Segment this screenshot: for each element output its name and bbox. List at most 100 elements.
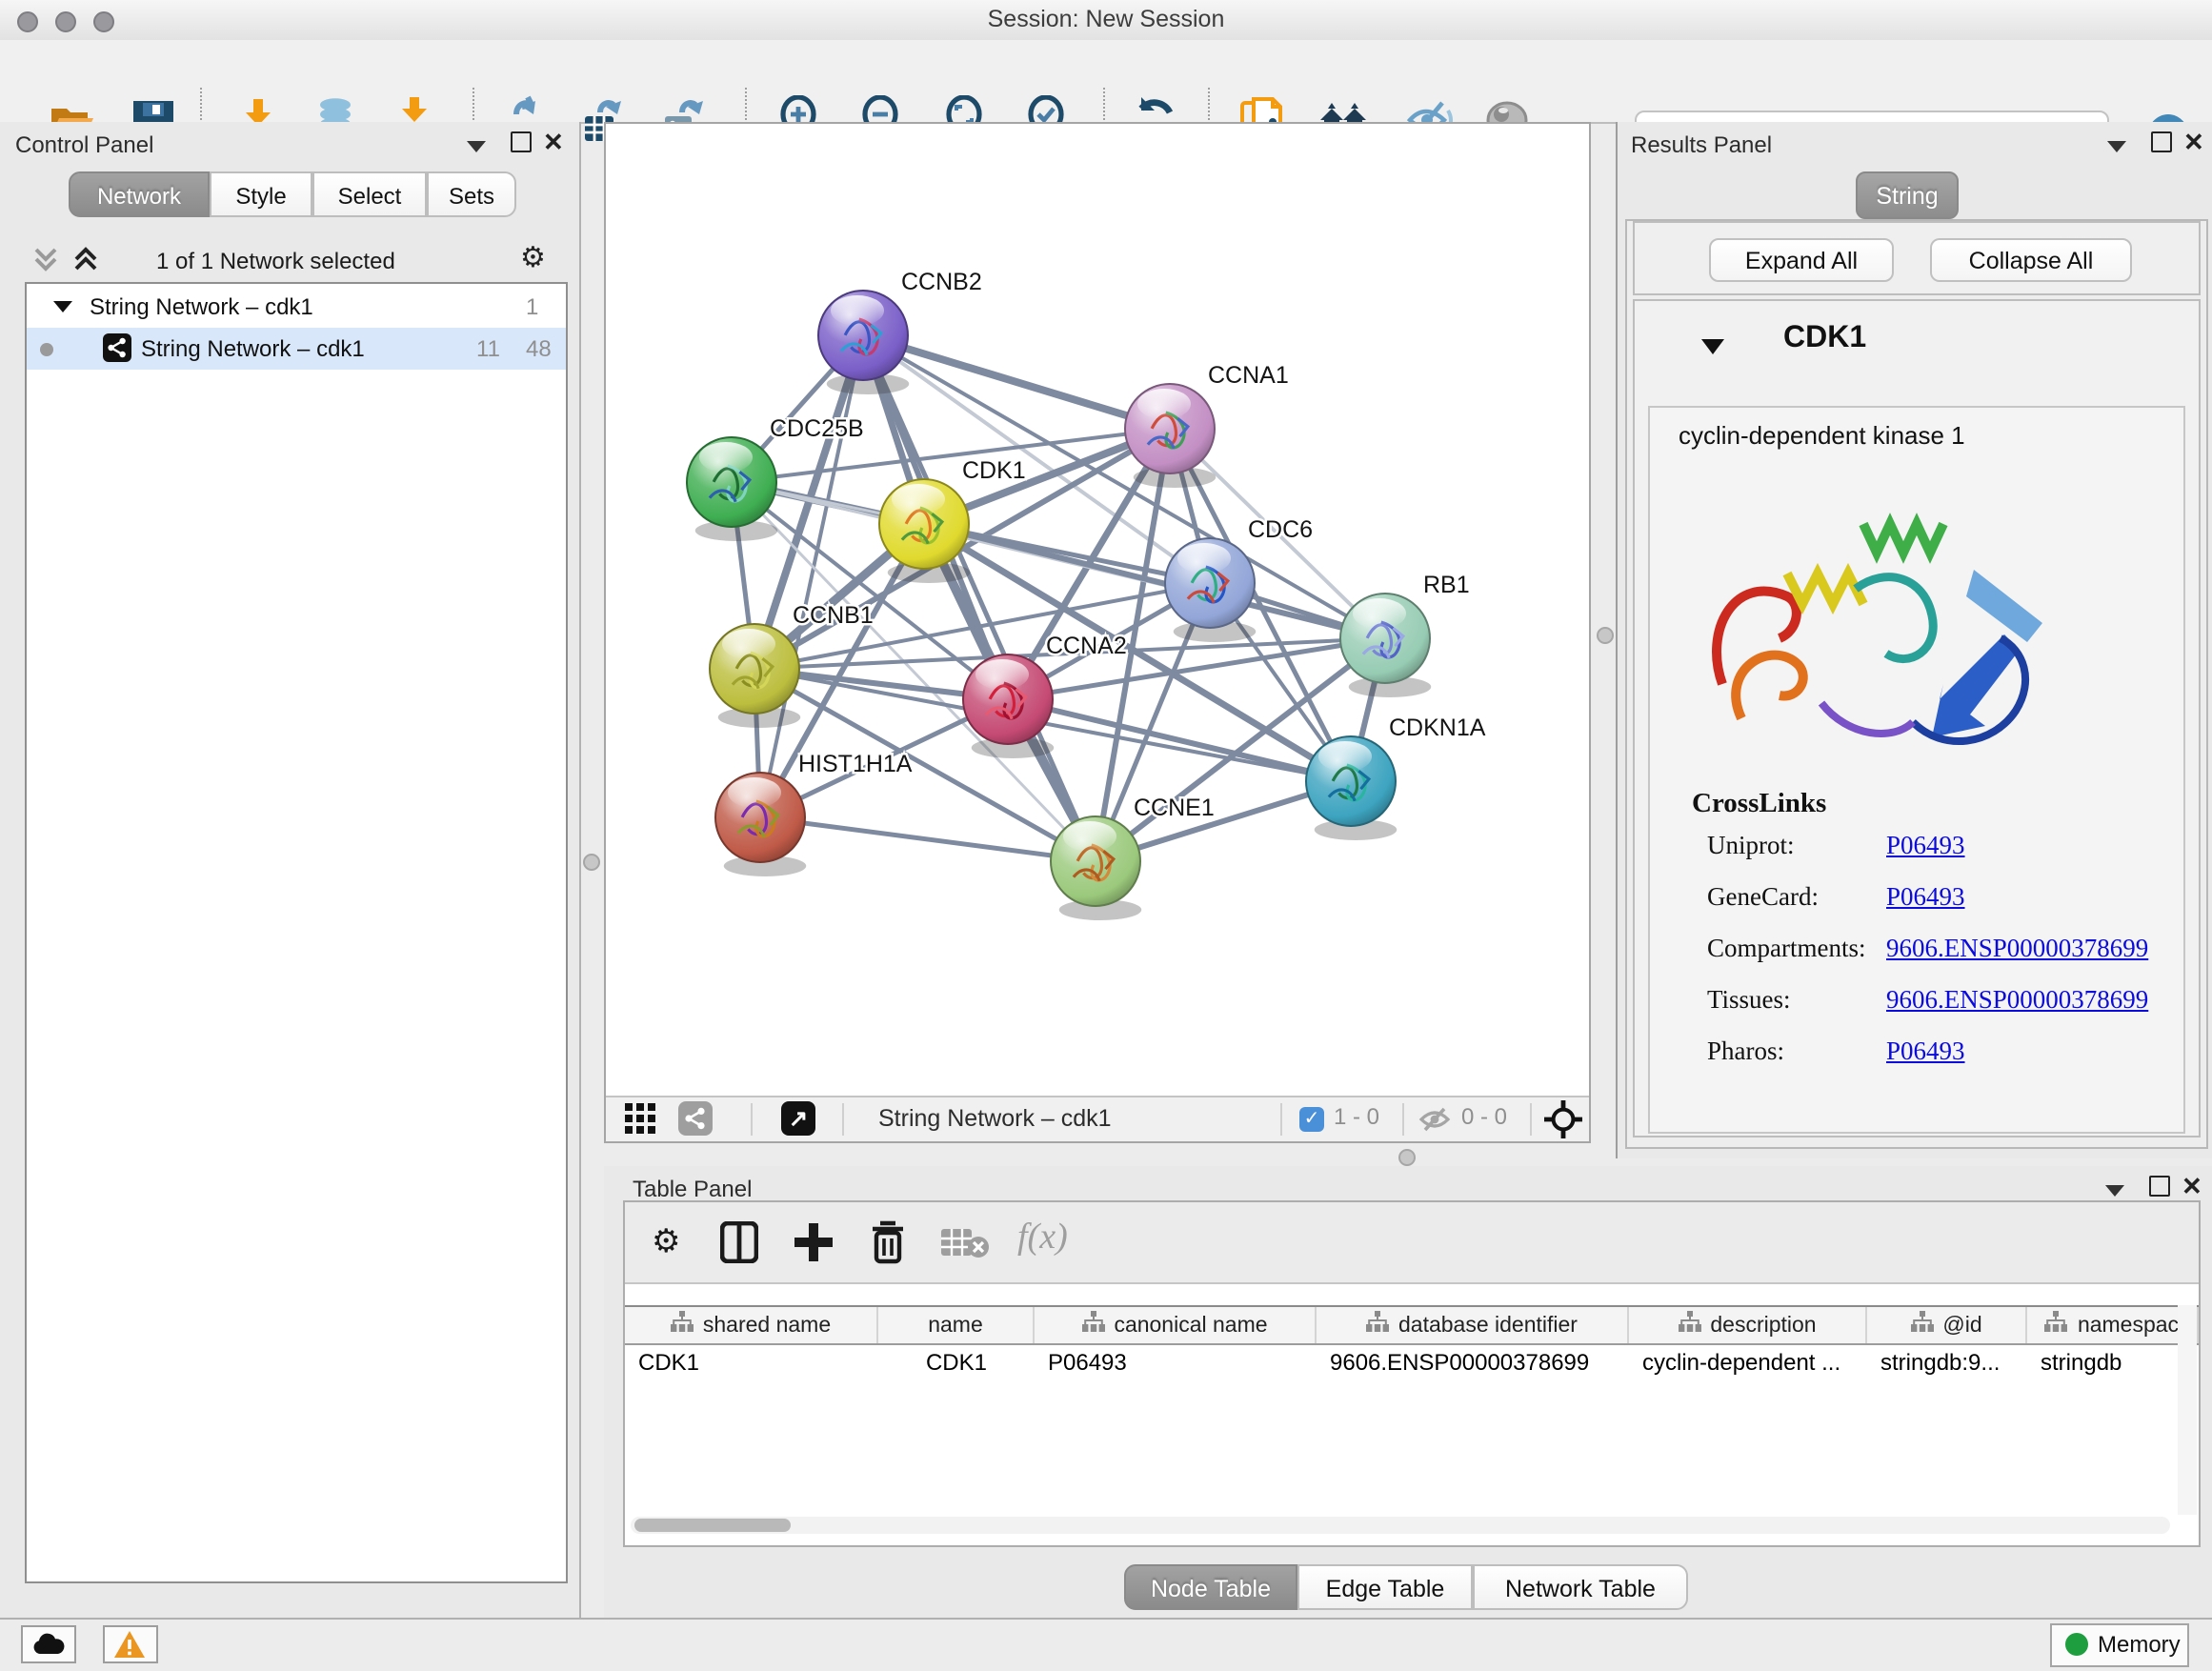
table-cell[interactable]: P06493 <box>1035 1343 1317 1381</box>
node-label-CCNB2: CCNB2 <box>901 269 982 295</box>
node-details: cyclin-dependent kinase 1 CrossLinks Uni… <box>1648 406 2185 1134</box>
table-cell[interactable]: CDK1 <box>625 1343 878 1381</box>
window-title: Session: New Session <box>0 0 2212 40</box>
panel-menu-icon[interactable] <box>2105 1185 2124 1197</box>
cloud-button[interactable] <box>21 1625 76 1663</box>
node-HIST1H1A[interactable]: HIST1H1A <box>715 751 913 876</box>
column-header-database-identifier[interactable]: database identifier <box>1317 1307 1629 1343</box>
node-CCNA1[interactable]: CCNA1 <box>1125 362 1289 488</box>
horizontal-scrollbar[interactable] <box>631 1517 2170 1534</box>
selected-checkbox-icon[interactable]: ✓ <box>1299 1107 1324 1132</box>
left-splitter-handle[interactable] <box>583 854 600 871</box>
expand-all-button[interactable]: Expand All <box>1709 238 1894 282</box>
crosslink-link[interactable]: 9606.ENSP00000378699 <box>1886 934 2148 964</box>
table-header-row[interactable]: shared name name canonical name database id… <box>625 1305 2199 1345</box>
tab-network[interactable]: Network <box>69 171 210 217</box>
column-header-namespac[interactable]: namespac <box>2027 1307 2199 1343</box>
column-header--id[interactable]: @id <box>1867 1307 2027 1343</box>
memory-button[interactable]: Memory <box>2050 1623 2189 1667</box>
node-result-section: CDK1 cyclin-dependent kinase 1 C <box>1633 299 2201 1137</box>
float-panel-icon[interactable] <box>2149 1176 2170 1197</box>
edge-HIST1H1A-CCNE1[interactable] <box>760 817 1096 861</box>
column-header-name[interactable]: name <box>878 1307 1035 1343</box>
node-CCNB2[interactable]: CCNB2 <box>818 269 982 394</box>
tab-sets[interactable]: Sets <box>427 171 516 217</box>
network-view-title: String Network – cdk1 <box>878 1105 1112 1132</box>
panel-menu-icon[interactable] <box>2107 141 2126 152</box>
collapse-all-networks-icon[interactable] <box>32 244 59 284</box>
close-panel-icon[interactable]: ✕ <box>2182 1172 2202 1202</box>
network-row-selected[interactable]: String Network – cdk1 11 48 <box>27 328 566 370</box>
crosslink-link[interactable]: 9606.ENSP00000378699 <box>1886 985 2148 1016</box>
column-header-shared-name[interactable]: shared name <box>625 1307 878 1343</box>
show-columns-icon[interactable] <box>720 1221 758 1273</box>
node-CDKN1A[interactable]: CDKN1A <box>1306 715 1486 840</box>
node-CDC25B[interactable]: CDC25B <box>687 415 864 541</box>
edge-CCNB2-HIST1H1A[interactable] <box>760 335 863 817</box>
table-cell[interactable]: stringdb:9... <box>1867 1343 2027 1381</box>
crosslink-link[interactable]: P06493 <box>1886 1037 1965 1067</box>
tab-network-table[interactable]: Network Table <box>1473 1564 1688 1610</box>
scrollbar-thumb[interactable] <box>634 1519 791 1532</box>
table-row[interactable]: CDK1CDK1P064939606.ENSP00000378699cyclin… <box>625 1343 2199 1381</box>
tab-style[interactable]: Style <box>210 171 312 217</box>
close-panel-icon[interactable]: ✕ <box>2183 128 2204 158</box>
network-view[interactable]: CCNB2CCNA1CDC25BCDK1CDC6RB1CCNB1CCNA2CDK… <box>604 122 1591 1143</box>
float-panel-icon[interactable] <box>511 131 532 152</box>
collapse-section-icon[interactable] <box>1701 339 1724 354</box>
tab-edge-table[interactable]: Edge Table <box>1297 1564 1473 1610</box>
edge-CCNB2-CCNE1[interactable] <box>863 335 1096 861</box>
node-label-CDKN1A: CDKN1A <box>1389 715 1486 741</box>
crosslink-label: Uniprot: <box>1707 831 1795 861</box>
vertical-scrollbar[interactable] <box>2178 1305 2197 1515</box>
edge-layer <box>732 335 1385 861</box>
string-tools-icon[interactable] <box>678 1101 713 1136</box>
edge-CDK1-RB1[interactable] <box>924 524 1385 638</box>
column-type-icon <box>1081 1311 1104 1339</box>
network-options-gear-icon[interactable]: ⚙ <box>520 240 546 274</box>
tab-string[interactable]: String <box>1856 171 1959 219</box>
hidden-eye-icon[interactable] <box>1418 1105 1452 1143</box>
right-splitter-handle[interactable] <box>1597 627 1614 644</box>
open-external-icon[interactable]: ↗ <box>781 1101 815 1136</box>
edge-CCNB2-CCNA1[interactable] <box>863 335 1170 429</box>
delete-column-icon[interactable] <box>869 1219 907 1275</box>
node-RB1[interactable]: RB1 <box>1340 572 1470 697</box>
fit-content-crosshair-icon[interactable] <box>1543 1099 1583 1149</box>
column-header-label: name <box>928 1314 983 1337</box>
status-separator <box>751 1103 753 1136</box>
close-panel-icon[interactable]: ✕ <box>543 128 564 158</box>
column-header-description[interactable]: description <box>1629 1307 1867 1343</box>
network-canvas[interactable]: CCNB2CCNA1CDC25BCDK1CDC6RB1CCNB1CCNA2CDK… <box>606 124 1589 1097</box>
table-cell[interactable]: cyclin-dependent ... <box>1629 1343 1867 1381</box>
collapse-tree-icon[interactable] <box>53 301 72 312</box>
table-cell[interactable]: CDK1 <box>878 1343 1035 1381</box>
tab-node-table[interactable]: Node Table <box>1124 1564 1297 1610</box>
node-label-CDC6: CDC6 <box>1248 516 1313 543</box>
add-column-icon[interactable] <box>793 1221 835 1273</box>
birds-eye-view-icon[interactable] <box>625 1103 657 1145</box>
collapse-all-button[interactable]: Collapse All <box>1930 238 2132 282</box>
function-builder-icon[interactable]: f(x) <box>1017 1218 1068 1259</box>
table-cell[interactable]: stringdb <box>2027 1343 2199 1381</box>
column-header-canonical-name[interactable]: canonical name <box>1035 1307 1317 1343</box>
table-cell[interactable]: 9606.ENSP00000378699 <box>1317 1343 1629 1381</box>
expand-all-networks-icon[interactable] <box>72 244 99 284</box>
warning-button[interactable] <box>103 1625 158 1663</box>
node-CDC6[interactable]: CDC6 <box>1165 516 1313 642</box>
network-collection-row[interactable]: String Network – cdk1 1 <box>27 286 566 328</box>
network-edge-count: 48 <box>526 328 552 370</box>
column-type-icon <box>2045 1311 2068 1339</box>
section-title: CDK1 <box>1783 322 1866 356</box>
column-header-label: canonical name <box>1114 1314 1267 1337</box>
status-separator <box>842 1103 844 1136</box>
horizontal-splitter-handle[interactable] <box>1398 1149 1416 1166</box>
panel-menu-icon[interactable] <box>467 141 486 152</box>
table-options-gear-icon[interactable]: ⚙ <box>652 1223 681 1261</box>
status-separator <box>1402 1103 1404 1136</box>
tab-select[interactable]: Select <box>312 171 427 217</box>
crosslink-link[interactable]: P06493 <box>1886 831 1965 861</box>
crosslink-link[interactable]: P06493 <box>1886 882 1965 913</box>
delete-table-icon[interactable] <box>941 1227 991 1269</box>
float-panel-icon[interactable] <box>2151 131 2172 152</box>
